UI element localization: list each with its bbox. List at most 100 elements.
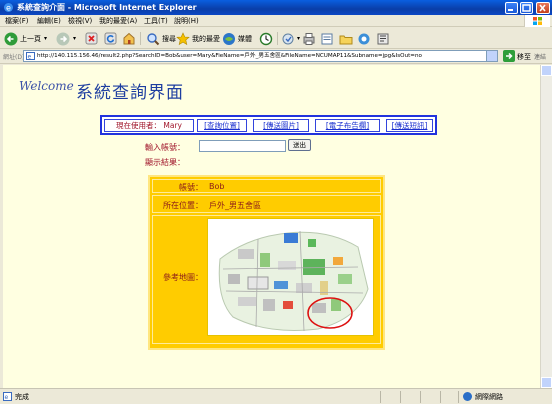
menu-file[interactable]: 檔案(F) — [5, 16, 29, 26]
back-button[interactable]: 上一頁 ▾ — [4, 31, 47, 46]
result-account-value: Bob — [209, 182, 225, 191]
home-icon — [123, 32, 135, 45]
menu-tools[interactable]: 工具(T) — [144, 16, 168, 26]
vertical-scrollbar[interactable] — [540, 65, 552, 388]
mail-icon — [282, 33, 294, 44]
account-input[interactable] — [199, 140, 286, 152]
scroll-up-icon[interactable] — [541, 65, 552, 76]
title-bar: e 系統查詢介面 - Microsoft Internet Explorer — [0, 0, 552, 15]
page-content: Welcome 系統查詢界面 現在使用者： Mary [查詢位置] [傳送圖片]… — [3, 65, 540, 388]
nav-link-bulletin-board-text[interactable]: [電子布告欄] — [326, 121, 369, 130]
search-icon — [147, 32, 160, 45]
menu-help[interactable]: 說明(H) — [174, 16, 199, 26]
toolbar-separator — [277, 32, 278, 45]
close-button[interactable] — [536, 2, 550, 14]
zone-text: 網際網路 — [475, 393, 503, 401]
page-done-icon: e — [3, 392, 12, 401]
media-button[interactable]: 媒體 — [222, 31, 252, 46]
search-button[interactable]: 搜尋 — [146, 31, 176, 46]
links-label[interactable]: 連結 — [534, 52, 546, 61]
window-title: 系統查詢介面 - Microsoft Internet Explorer — [17, 3, 197, 12]
back-label: 上一頁 — [20, 34, 41, 43]
favorites-label: 我的最愛 — [192, 34, 220, 43]
close-icon — [539, 4, 546, 12]
history-icon — [259, 32, 273, 45]
mail-button[interactable]: ▾ — [282, 31, 300, 46]
account-input-label: 輸入帳號： — [145, 143, 185, 152]
windows-logo-icon — [524, 15, 550, 27]
edit-button[interactable] — [320, 31, 334, 46]
result-map-label: 參考地圖： — [163, 273, 203, 282]
toolbar-separator — [140, 32, 141, 45]
welcome-text: Welcome — [19, 79, 74, 93]
go-arrow-icon[interactable] — [503, 50, 515, 62]
internet-zone-icon — [463, 392, 472, 401]
nav-link-send-image-text[interactable]: [傳送圖片] — [263, 121, 299, 130]
nav-link-send-message[interactable]: [傳送短訊] — [386, 119, 433, 132]
minimize-button[interactable] — [505, 2, 518, 14]
status-pane — [458, 391, 459, 403]
media-label: 媒體 — [238, 34, 252, 43]
result-row-location: 所在位置： 戶外_男五舍區 — [152, 195, 381, 213]
menu-edit[interactable]: 編輯(E) — [37, 16, 61, 26]
address-field[interactable]: e http://140.115.156.46/result2.php?Sear… — [23, 50, 498, 62]
address-dropdown-icon[interactable] — [486, 51, 497, 61]
go-button[interactable]: 移至 — [517, 52, 531, 62]
svg-text:e: e — [6, 4, 11, 13]
nav-link-query-location-text[interactable]: [查詢位置] — [204, 121, 240, 130]
mail-dropdown-icon[interactable]: ▾ — [297, 35, 300, 42]
research-button[interactable] — [376, 31, 390, 46]
current-user: 現在使用者： Mary — [104, 119, 194, 132]
status-pane — [380, 391, 381, 403]
stop-button[interactable] — [85, 31, 98, 46]
result-account-label: 帳號： — [179, 183, 203, 192]
maximize-icon — [522, 4, 531, 12]
favorites-star-icon — [176, 31, 190, 45]
forward-dropdown-icon[interactable]: ▾ — [73, 35, 76, 42]
history-button[interactable] — [259, 31, 273, 46]
status-text: 完成 — [15, 393, 29, 401]
back-arrow-icon — [4, 32, 18, 45]
status-bar: e 完成 網際網路 — [0, 388, 552, 404]
favorites-button[interactable]: 我的最愛 — [176, 31, 220, 46]
refresh-button[interactable] — [104, 31, 117, 46]
status-pane — [440, 391, 441, 403]
menu-favorites[interactable]: 我的最愛(A) — [99, 16, 137, 26]
refresh-icon — [104, 32, 117, 45]
discuss-button[interactable] — [339, 31, 353, 46]
forward-button[interactable]: ▾ — [56, 31, 76, 46]
result-label: 顯示結果： — [145, 158, 185, 167]
folder-icon — [339, 35, 353, 44]
edit-page-icon — [321, 33, 333, 44]
address-label: 網址(D) — [3, 54, 25, 61]
minimize-icon — [508, 9, 513, 11]
home-button[interactable] — [122, 31, 136, 46]
scroll-down-icon[interactable] — [541, 377, 552, 388]
menu-view[interactable]: 檢視(V) — [68, 16, 92, 26]
messenger-button[interactable] — [357, 31, 371, 46]
toolbar: 上一頁 ▾ ▾ 搜尋 我的最愛 媒體 ▾ — [0, 28, 552, 49]
research-icon — [377, 33, 389, 44]
page-icon: e — [26, 52, 35, 60]
current-user-label: 現在使用者： — [116, 121, 161, 130]
svg-text:e: e — [28, 54, 32, 61]
current-user-value: Mary — [163, 121, 182, 130]
nav-link-query-location[interactable]: [查詢位置] — [197, 119, 247, 132]
result-table: 帳號： Bob 所在位置： 戶外_男五舍區 參考地圖： — [148, 175, 385, 350]
forward-arrow-icon — [56, 32, 70, 45]
nav-link-send-message-text[interactable]: [傳送短訊] — [392, 121, 428, 130]
maximize-button[interactable] — [520, 2, 533, 14]
search-label: 搜尋 — [162, 34, 176, 43]
address-url[interactable]: http://140.115.156.46/result2.php?Search… — [37, 52, 477, 61]
campus-map-image — [207, 218, 374, 336]
nav-link-send-image[interactable]: [傳送圖片] — [253, 119, 309, 132]
print-button[interactable] — [302, 31, 316, 46]
messenger-icon — [358, 33, 370, 44]
send-button[interactable]: 送出 — [288, 139, 311, 151]
ie-icon: e — [4, 3, 13, 13]
stop-icon — [85, 32, 98, 45]
nav-link-bulletin-board[interactable]: [電子布告欄] — [315, 119, 380, 132]
back-dropdown-icon[interactable]: ▾ — [44, 35, 47, 42]
menu-bar: 檔案(F) 編輯(E) 檢視(V) 我的最愛(A) 工具(T) 說明(H) — [0, 15, 552, 27]
print-icon — [303, 32, 315, 45]
